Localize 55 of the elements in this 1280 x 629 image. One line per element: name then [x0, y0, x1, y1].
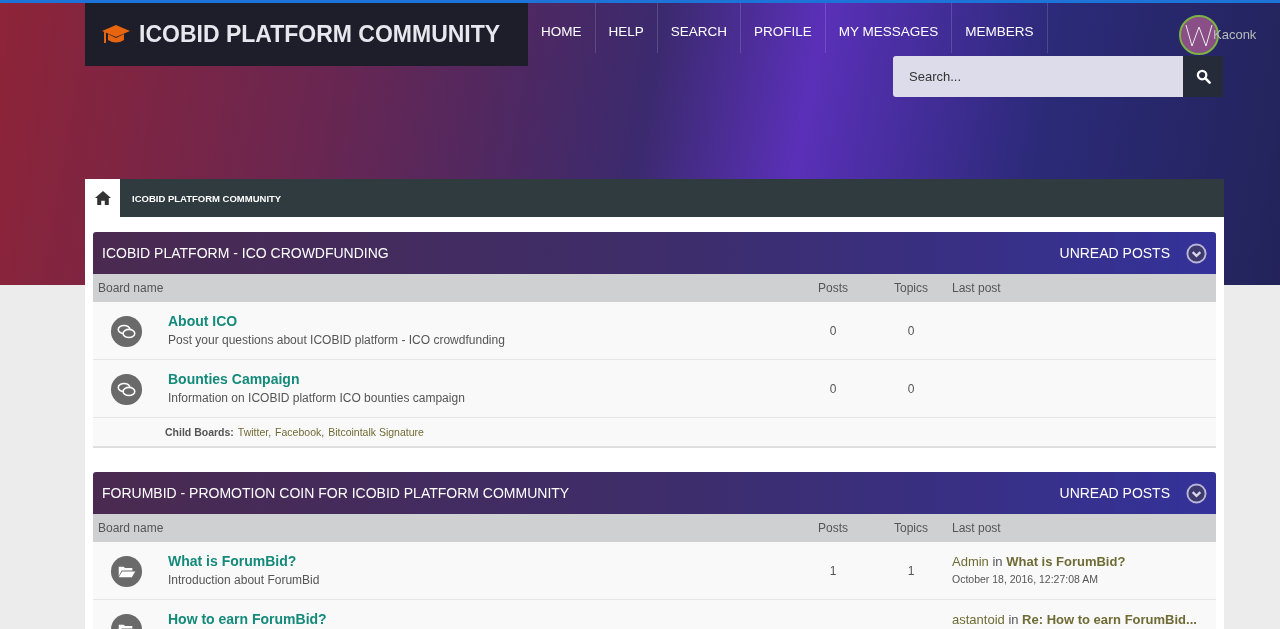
collapse-toggle-icon[interactable] [1186, 242, 1207, 264]
column-header: Posts [817, 521, 849, 535]
chat-bubbles-icon [109, 315, 143, 348]
posts-count: 0 [829, 324, 837, 338]
last-post-date: October 18, 2016, 12:27:08 AM [952, 573, 1099, 585]
topics-count: 1 [907, 564, 915, 578]
child-board-link[interactable]: Bitcointalk Signature [328, 426, 424, 438]
collapse-toggle-icon[interactable] [1186, 482, 1207, 504]
last-post-info: Admin in What is ForumBid? [952, 554, 1127, 569]
column-header: Last post [951, 281, 1002, 295]
nav-link[interactable]: MEMBERS [952, 3, 1048, 53]
category-title[interactable]: FORUMBID - PROMOTION COIN FOR ICOBID PLATFORM COMMUNITY [102, 485, 1060, 501]
topics-count: 0 [907, 324, 915, 338]
column-header: Board name [97, 281, 165, 295]
board-title-link[interactable]: Bounties Campaign [168, 371, 794, 387]
posts-count: 1 [829, 564, 837, 578]
board-description: Information on ICOBID platform ICO bounties campaign [168, 391, 466, 405]
author-link[interactable]: astantoid [952, 612, 1005, 627]
unread-posts-link[interactable]: UNREAD POSTS [1059, 485, 1170, 501]
unread-posts-link[interactable]: UNREAD POSTS [1059, 245, 1170, 261]
last-post-info: astantoid in Re: How to earn ForumBid... [952, 612, 1198, 627]
chat-bubbles-icon [109, 373, 143, 406]
nav-link[interactable]: HELP [595, 3, 658, 53]
board-description: Post your questions about ICOBID platform - ICO crowdfunding [168, 333, 506, 347]
home-tab[interactable] [85, 179, 120, 217]
home-icon [93, 190, 112, 206]
breadcrumb-link[interactable]: ICOBID PLATFORM COMMUNITY [120, 179, 282, 217]
board-title-link[interactable]: About ICO [168, 313, 794, 329]
nav-link[interactable]: HOME [528, 3, 596, 53]
site-title: ICOBID PLATFORM COMMUNITY [139, 21, 501, 48]
nav-link[interactable]: MY MESSAGES [825, 3, 953, 53]
nav-link[interactable]: PROFILE [741, 3, 826, 53]
board-description: Introduction about ForumBid [168, 573, 321, 587]
category-title[interactable]: ICOBID PLATFORM - ICO CROWDFUNDING [102, 245, 1060, 261]
author-link[interactable]: Admin [952, 554, 989, 569]
column-header: Board name [97, 521, 165, 535]
column-header: Topics [893, 521, 929, 535]
child-boards-label: Child Boards: [165, 426, 234, 438]
column-header: Topics [893, 281, 929, 295]
child-board-link[interactable]: Twitter, [237, 426, 272, 438]
topic-link[interactable]: Re: How to earn ForumBid... [1022, 612, 1197, 627]
child-board-link[interactable]: Facebook, [275, 426, 325, 438]
topic-link[interactable]: What is ForumBid? [1006, 554, 1126, 569]
column-header: Last post [951, 521, 1002, 535]
search-icon [1195, 69, 1211, 84]
nav-link[interactable]: SEARCH [657, 3, 742, 53]
board-title-link[interactable]: How to earn ForumBid? [168, 611, 794, 627]
topics-count: 0 [907, 382, 915, 396]
board-title-link[interactable]: What is ForumBid? [168, 553, 794, 569]
site-logo[interactable]: ICOBID PLATFORM COMMUNITY [85, 3, 528, 66]
search-button[interactable] [1183, 56, 1223, 97]
search-field[interactable]: Search... [893, 56, 1183, 97]
column-header: Posts [817, 281, 849, 295]
posts-count: 0 [829, 382, 837, 396]
folder-icon [109, 555, 143, 588]
